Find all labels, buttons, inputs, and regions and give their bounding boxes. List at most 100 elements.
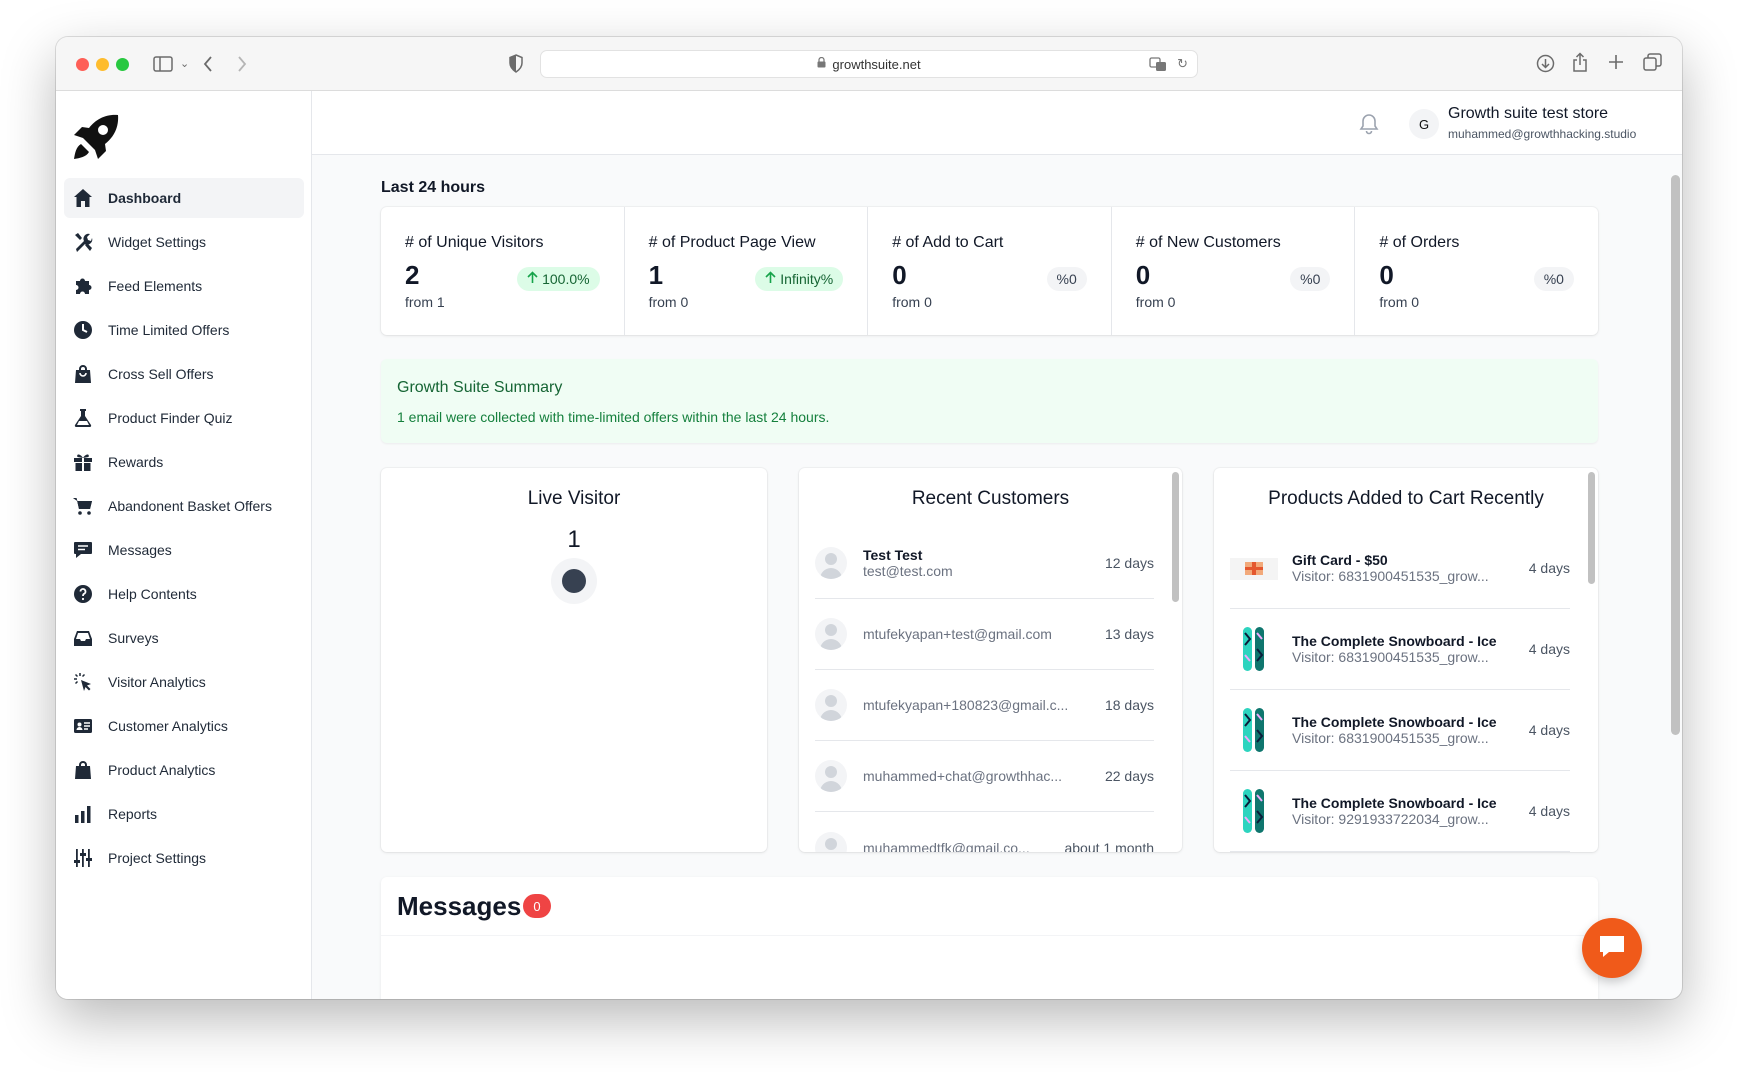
product-bag-icon — [72, 760, 94, 780]
stat-value: 2 — [405, 260, 420, 290]
puzzle-icon — [72, 276, 94, 296]
sidebar-item-customer-analytics[interactable]: Customer Analytics — [64, 706, 304, 746]
sidebar-item-messages[interactable]: Messages — [64, 530, 304, 570]
customer-time: 12 days — [1104, 555, 1154, 571]
stat-change-value: 100.0% — [542, 271, 590, 287]
sidebar-item-label: Surveys — [108, 630, 159, 646]
gift-card-thumbnail — [1230, 544, 1278, 592]
user-avatar-icon — [815, 547, 847, 579]
sidebar-item-product-analytics[interactable]: Product Analytics — [64, 750, 304, 790]
sidebar-item-dashboard[interactable]: Dashboard — [64, 178, 304, 218]
store-name[interactable]: Growth suite test store — [1448, 105, 1608, 123]
forward-icon[interactable] — [236, 55, 248, 77]
sidebar: Dashboard Widget Settings Feed Elements … — [56, 91, 312, 999]
list-item[interactable]: Test Test test@test.com 12 days — [815, 528, 1154, 599]
back-icon[interactable] — [202, 55, 214, 77]
panel-title: Recent Customers — [911, 488, 1070, 509]
list-item[interactable]: Gift Card - $50 Visitor: 6831900451535_g… — [1230, 528, 1570, 609]
sidebar-toggle-icon[interactable] — [153, 55, 173, 77]
sidebar-item-reports[interactable]: Reports — [64, 794, 304, 834]
products-added-panel: Products Added to Cart Recently Gift Car… — [1214, 468, 1598, 852]
store-email: muhammed@growthhacking.studio — [1448, 127, 1637, 141]
sidebar-item-cross-sell-offers[interactable]: Cross Sell Offers — [64, 354, 304, 394]
stat-add-to-cart: # of Add to Cart 0 from 0 %0 — [868, 207, 1112, 335]
tools-icon — [72, 232, 94, 252]
chat-launcher-button[interactable] — [1582, 918, 1642, 978]
shield-icon[interactable] — [508, 54, 524, 77]
flask-icon — [72, 408, 94, 428]
new-tab-icon[interactable] — [1608, 54, 1624, 74]
customer-email: test@test.com — [863, 563, 953, 579]
sidebar-nav: Dashboard Widget Settings Feed Elements … — [64, 178, 304, 882]
stat-from: from 0 — [1379, 294, 1420, 310]
stat-label: # of New Customers — [1135, 234, 1281, 251]
sidebar-item-label: Project Settings — [108, 850, 207, 866]
stats-card: # of Unique Visitors 2 from 1 100.0% # o… — [381, 207, 1598, 335]
product-name: The Complete Snowboard - Ice — [1292, 714, 1497, 730]
sidebar-item-label: Dashboard — [108, 190, 182, 206]
rocket-logo-icon[interactable] — [70, 111, 120, 161]
summary-alert: Growth Suite Summary 1 email were collec… — [381, 359, 1598, 443]
download-icon[interactable] — [1536, 54, 1555, 77]
list-item[interactable]: mtufekyapan+180823@gmail.c... 18 days — [815, 670, 1154, 741]
bar-chart-icon — [72, 804, 94, 824]
list-item[interactable]: mtufekyapan+test@gmail.com 13 days — [815, 599, 1154, 670]
sidebar-item-product-finder-quiz[interactable]: Product Finder Quiz — [64, 398, 304, 438]
main-scrollbar[interactable] — [1671, 175, 1680, 735]
sidebar-item-label: Customer Analytics — [108, 718, 228, 734]
maximize-window-button[interactable] — [116, 58, 129, 71]
sidebar-item-project-settings[interactable]: Project Settings — [64, 838, 304, 878]
sidebar-item-help-contents[interactable]: Help Contents — [64, 574, 304, 614]
sidebar-item-abandonent-basket-offers[interactable]: Abandonent Basket Offers — [64, 486, 304, 526]
live-indicator — [551, 558, 597, 604]
sidebar-item-feed-elements[interactable]: Feed Elements — [64, 266, 304, 306]
messages-section: Messages 0 — [381, 877, 1598, 999]
section-title: Last 24 hours — [381, 179, 486, 196]
user-avatar-icon — [815, 618, 847, 650]
customer-email: mtufekyapan+test@gmail.com — [863, 626, 1052, 642]
list-item[interactable]: The Complete Snowboard - Ice Visitor: 68… — [1230, 609, 1570, 690]
sidebar-item-widget-settings[interactable]: Widget Settings — [64, 222, 304, 262]
customer-email: muhammed+chat@growthhac... — [863, 768, 1063, 784]
list-item[interactable]: muhammed+chat@growthhac... 22 days — [815, 741, 1154, 812]
chevron-down-icon[interactable]: ⌄ — [180, 56, 189, 72]
sidebar-item-label: Widget Settings — [108, 234, 207, 250]
translate-icon[interactable] — [1149, 56, 1167, 75]
sidebar-item-rewards[interactable]: Rewards — [64, 442, 304, 482]
customer-email: mtufekyapan+180823@gmail.c... — [863, 697, 1069, 713]
stat-from: from 0 — [1135, 294, 1176, 310]
clock-icon — [72, 320, 94, 340]
tabs-overview-icon[interactable] — [1643, 53, 1662, 76]
avatar[interactable]: G — [1409, 109, 1439, 139]
reload-icon[interactable]: ↻ — [1177, 56, 1188, 72]
sidebar-item-label: Time Limited Offers — [108, 322, 230, 338]
customer-time: 13 days — [1104, 626, 1154, 642]
list-item[interactable]: The Complete Snowboard - Ice Visitor: 92… — [1230, 771, 1570, 852]
snowboard-thumbnail — [1230, 787, 1278, 835]
sidebar-item-time-limited-offers[interactable]: Time Limited Offers — [64, 310, 304, 350]
summary-text: 1 email were collected with time-limited… — [397, 409, 830, 425]
list-item[interactable]: muhammedtfk@gmail.co... about 1 month — [815, 812, 1154, 852]
arrow-up-icon — [527, 271, 538, 287]
stat-new-customers: # of New Customers 0 from 0 %0 — [1112, 207, 1356, 335]
address-bar[interactable]: growthsuite.net ↻ — [540, 50, 1198, 78]
share-icon[interactable] — [1572, 52, 1588, 77]
stat-change-value: Infinity% — [780, 271, 834, 287]
sidebar-item-label: Product Finder Quiz — [108, 410, 233, 426]
browser-window: ⌄ growthsuite.net ↻ Dashboard Widget Set… — [56, 37, 1682, 999]
stat-label: # of Orders — [1379, 234, 1460, 251]
url-text: growthsuite.net — [832, 56, 921, 72]
customer-name: Test Test — [863, 547, 923, 563]
sidebar-item-surveys[interactable]: Surveys — [64, 618, 304, 658]
list-item[interactable]: The Complete Snowboard - Ice Visitor: 68… — [1230, 690, 1570, 771]
cart-icon — [72, 496, 94, 516]
sidebar-item-visitor-analytics[interactable]: Visitor Analytics — [64, 662, 304, 702]
minimize-window-button[interactable] — [96, 58, 109, 71]
close-window-button[interactable] — [76, 58, 89, 71]
browser-titlebar: ⌄ growthsuite.net ↻ — [56, 37, 1682, 91]
sidebar-item-label: Feed Elements — [108, 278, 203, 294]
bell-icon[interactable] — [1359, 113, 1379, 135]
user-avatar-icon — [815, 760, 847, 792]
sidebar-item-label: Reports — [108, 806, 158, 822]
product-visitor: Visitor: 6831900451535_grow... — [1292, 730, 1489, 746]
